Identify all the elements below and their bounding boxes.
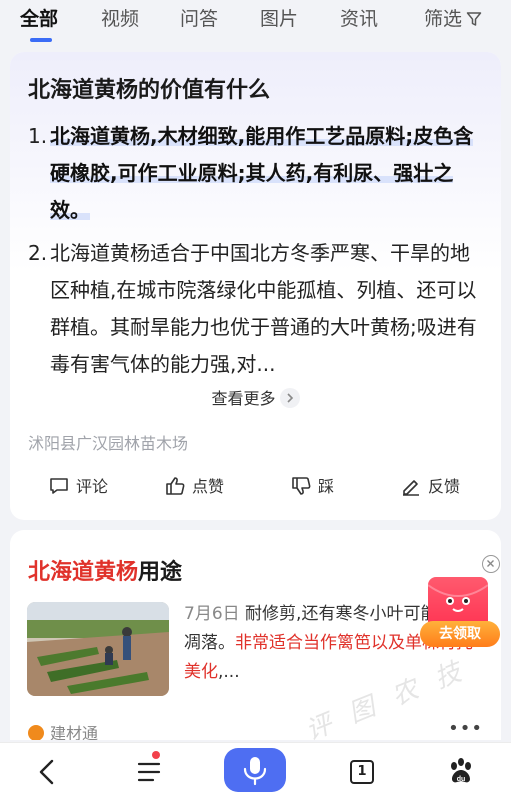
list-number: 2.: [28, 241, 48, 265]
list-item: 1. 北海道黄杨,木材细致,能用作工艺品原料;皮色含硬橡胶,可作工业原料;其人药…: [28, 118, 486, 229]
question-title[interactable]: 北海道黄杨的价值有什么: [28, 72, 270, 104]
answer-list: 1. 北海道黄杨,木材细致,能用作工艺品原料;皮色含硬橡胶,可作工业原料;其人药…: [28, 118, 486, 383]
source-link[interactable]: 沭阳县广汉园林苗木场: [28, 430, 188, 454]
filter-label: 筛选: [424, 8, 463, 30]
action-bar: 评论 点赞 踩 反馈: [10, 472, 501, 502]
list-number: 1.: [28, 124, 48, 148]
result-thumbnail[interactable]: [27, 602, 169, 696]
farm-field-image: [27, 602, 169, 696]
back-arrow-icon: [39, 759, 54, 785]
close-icon[interactable]: [482, 555, 500, 573]
source-logo-icon: [28, 725, 44, 740]
source-name: 建材通: [50, 724, 99, 740]
answer-text: 北海道黄杨适合于中国北方冬季严寒、干旱的地区种植,在城市院落绿化中能孤植、列植、…: [50, 241, 477, 376]
notification-dot: [152, 751, 160, 759]
tab-qa[interactable]: 问答: [180, 6, 218, 32]
title-keyword: 北海道黄杨: [28, 560, 139, 585]
snippet-tail: ,...: [218, 662, 240, 682]
like-button[interactable]: 点赞: [164, 472, 224, 502]
bottom-navigation: 1 du: [0, 742, 511, 800]
feedback-label: 反馈: [428, 477, 461, 496]
paw-icon: du: [451, 758, 471, 783]
dislike-label: 踩: [318, 477, 335, 496]
see-more-button[interactable]: 查看更多: [10, 385, 501, 409]
tab-news[interactable]: 资讯: [340, 6, 378, 32]
tab-count: 1: [357, 764, 367, 779]
svg-text:du: du: [457, 776, 466, 783]
back-button[interactable]: [34, 753, 60, 791]
tab-all[interactable]: 全部: [20, 6, 58, 32]
tab-images[interactable]: 图片: [260, 6, 298, 32]
menu-icon: [137, 762, 161, 782]
thumbs-down-icon: [292, 477, 311, 495]
microphone-icon: [243, 757, 267, 786]
pencil-icon: [403, 480, 419, 496]
chevron-right-icon: [279, 388, 300, 408]
title-rest: 用途: [138, 560, 183, 585]
see-more-label: 查看更多: [211, 389, 276, 408]
more-options-button[interactable]: •••: [448, 718, 483, 739]
result-date: 7月6日: [184, 604, 240, 624]
comment-label: 评论: [76, 477, 109, 496]
feedback-button[interactable]: 反馈: [400, 472, 460, 502]
promo-claim-button[interactable]: 去领取: [420, 621, 500, 647]
baidu-home-button[interactable]: du: [446, 753, 476, 791]
promo-widget[interactable]: 去领取: [420, 555, 504, 655]
filter-icon: [466, 12, 482, 26]
comment-icon: [50, 478, 68, 494]
answer-text-highlighted: 北海道黄杨,木材细致,能用作工艺品原料;皮色含硬橡胶,可作工业原料;其人药,有利…: [50, 124, 474, 222]
result-title-link[interactable]: 北海道黄杨用途: [28, 554, 182, 586]
result-source[interactable]: 建材通: [28, 720, 98, 740]
search-tabbar: 全部 视频 问答 图片 资讯 筛选: [0, 0, 511, 46]
active-tab-indicator: [30, 38, 52, 42]
list-item: 2. 北海道黄杨适合于中国北方冬季严寒、干旱的地区种植,在城市院落绿化中能孤植、…: [28, 235, 486, 383]
menu-button[interactable]: [136, 751, 162, 791]
tabs-button[interactable]: 1: [348, 753, 376, 791]
tab-video[interactable]: 视频: [101, 6, 139, 32]
voice-search-button[interactable]: [224, 748, 286, 792]
like-label: 点赞: [192, 477, 225, 496]
comment-button[interactable]: 评论: [48, 472, 108, 502]
thumbs-up-icon: [166, 477, 185, 495]
answer-card: 北海道黄杨的价值有什么 1. 北海道黄杨,木材细致,能用作工艺品原料;皮色含硬橡…: [10, 52, 501, 520]
tab-filter[interactable]: 筛选: [424, 6, 482, 32]
dislike-button[interactable]: 踩: [290, 472, 334, 502]
